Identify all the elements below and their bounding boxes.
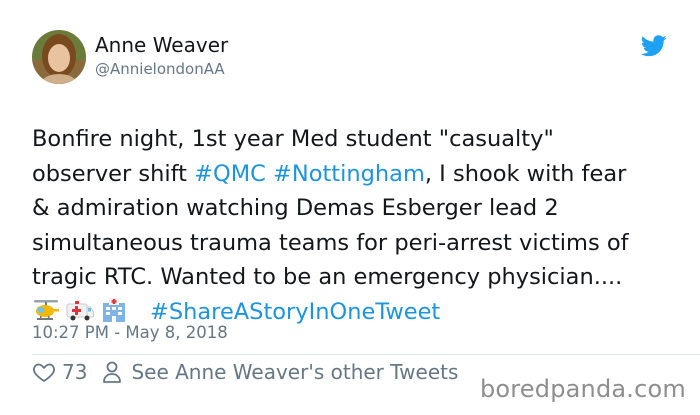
ambulance-icon: [66, 300, 94, 320]
hospital-icon: [103, 297, 125, 322]
heart-icon[interactable]: [32, 360, 56, 384]
emoji-group: [32, 297, 128, 323]
tweet-line: tragic RTC. Wanted to be an emergency ph…: [32, 264, 623, 290]
tweet-line: simultaneous trauma teams for peri-arres…: [32, 229, 629, 256]
tweet-line: observer shift #QMC #Nottingham, I shook…: [32, 160, 627, 187]
hashtag-link[interactable]: #Nottingham: [273, 161, 425, 187]
hashtag-link[interactable]: #QMC: [194, 161, 266, 187]
tweet-timestamp[interactable]: 10:27 PM - May 8, 2018: [32, 323, 228, 342]
divider: [32, 354, 700, 355]
tweet-text: Bonfire night, 1st year Med student "cas…: [32, 122, 682, 329]
tweet-actions: 73 See Anne Weaver's other Tweets: [32, 360, 458, 384]
user-name[interactable]: Anne Weaver: [95, 33, 228, 57]
tweet-line: & admiration watching Demas Esberger lea…: [32, 195, 559, 221]
hashtag-link[interactable]: #ShareAStoryInOneTweet: [150, 299, 440, 325]
see-other-tweets-link[interactable]: See Anne Weaver's other Tweets: [131, 360, 458, 384]
twitter-bird-icon[interactable]: [641, 35, 667, 57]
avatar[interactable]: [32, 30, 86, 84]
tweet-line: Bonfire night, 1st year Med student "cas…: [32, 126, 554, 152]
like-count[interactable]: 73: [62, 360, 87, 384]
helicopter-icon: [34, 299, 59, 320]
user-handle[interactable]: @AnnielondonAA: [95, 60, 225, 78]
watermark: boredpanda.com: [479, 375, 686, 403]
person-icon: [103, 361, 122, 383]
